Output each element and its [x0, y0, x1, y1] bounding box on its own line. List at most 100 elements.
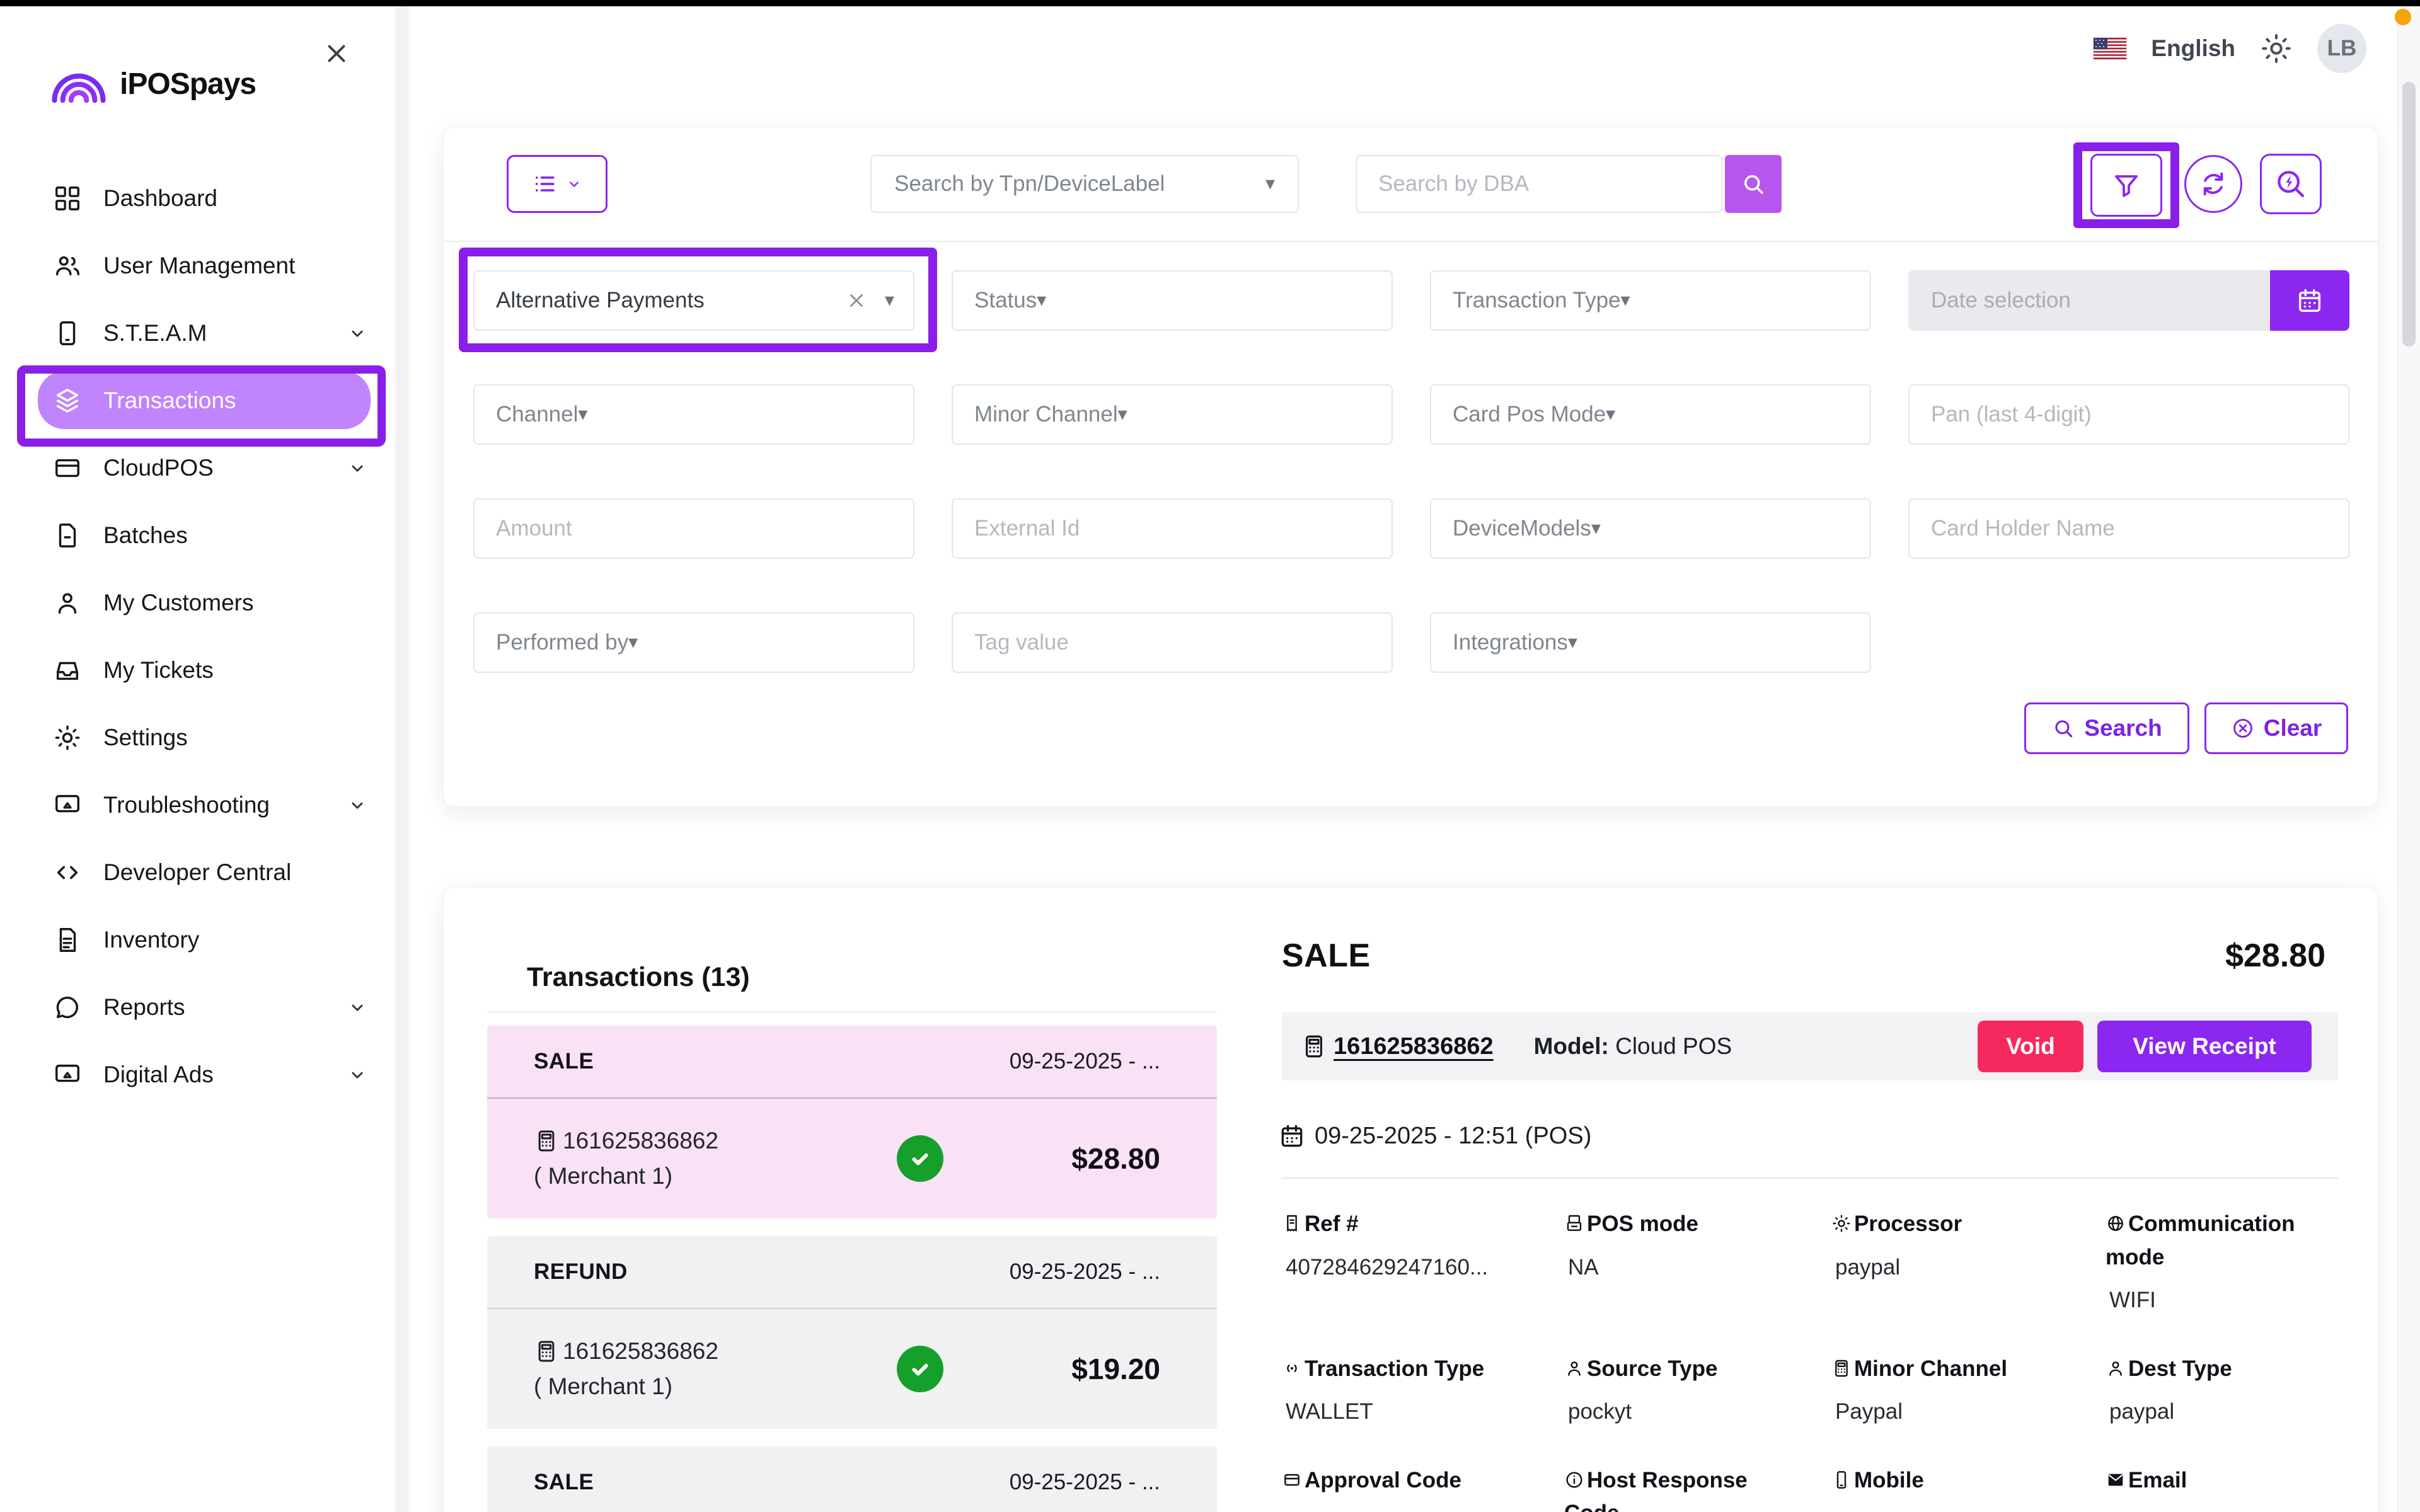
sidebar-item[interactable]: Developer Central — [0, 839, 410, 906]
quick-search-button[interactable] — [2260, 154, 2322, 214]
filter-fields-grid: Alternative Payments ▾ Status ▾ — [473, 270, 2349, 673]
sidebar-item-label: Batches — [103, 522, 188, 549]
close-icon — [322, 39, 351, 68]
sidebar-item-icon — [53, 791, 82, 820]
filter-field-control[interactable]: Amount ▾ — [473, 498, 914, 559]
clear-button-label: Clear — [2264, 715, 2322, 742]
filter-field-control[interactable]: Alternative Payments ▾ — [473, 270, 914, 331]
detail-field-icon — [2106, 1213, 2126, 1234]
sidebar-item[interactable]: Settings — [0, 704, 410, 771]
sidebar-item[interactable]: Batches — [0, 501, 410, 569]
settings-gear-icon[interactable] — [2259, 32, 2293, 66]
detail-field-label: Source Type — [1564, 1353, 1797, 1386]
sidebar-item[interactable]: S.T.E.A.M — [0, 299, 410, 367]
filter-field-text: Alternative Payments — [496, 288, 705, 313]
page-scrollbar[interactable] — [2397, 6, 2420, 1512]
filter-field: Card Holder Name ▾ — [1908, 498, 2349, 559]
tpn-select-placeholder: Search by Tpn/DeviceLabel — [894, 171, 1165, 197]
detail-field-label: Mobile — [1831, 1464, 2065, 1498]
filter-field: Channel ▾ — [473, 384, 914, 445]
filter-field-control[interactable]: Status ▾ — [952, 270, 1393, 331]
sidebar-item[interactable]: Reports — [0, 973, 410, 1041]
page-scrollbar-thumb[interactable] — [2402, 82, 2416, 346]
sidebar-item[interactable]: Inventory — [0, 906, 410, 973]
detail-field-icon — [1282, 1213, 1302, 1234]
filter-field-control[interactable]: Integrations ▾ — [1430, 612, 1871, 673]
filter-field: External Id ▾ — [952, 498, 1393, 559]
terminal-icon — [1301, 1033, 1327, 1060]
detail-field-value: +19898989898 — [1831, 1507, 2106, 1512]
avatar[interactable]: LB — [2317, 24, 2366, 73]
search-button[interactable]: Search — [2024, 702, 2189, 754]
filter-panel: Search by Tpn/DeviceLabel ▾ Alte — [443, 127, 2378, 807]
transaction-merchant: ( Merchant 1) — [534, 1373, 836, 1400]
transactions-panel: Transactions (13) SALE 09-25-2025 - ... … — [443, 887, 2378, 1512]
filter-field-control[interactable]: Tag value ▾ — [952, 612, 1393, 673]
sidebar-item[interactable]: My Tickets — [0, 636, 410, 704]
filter-field-control[interactable]: Date selection ▾ — [1908, 270, 2270, 331]
filter-field-control[interactable]: Card Holder Name ▾ — [1908, 498, 2349, 559]
chevron-down-icon: ▾ — [1606, 405, 1615, 424]
dba-search-button[interactable] — [1725, 155, 1782, 213]
view-receipt-button[interactable]: View Receipt — [2097, 1021, 2312, 1072]
refresh-button[interactable] — [2184, 155, 2242, 213]
transaction-row[interactable]: SALE 09-25-2025 - ... — [487, 1446, 1217, 1512]
detail-amount: $28.80 — [2225, 937, 2325, 975]
sidebar-close-button[interactable] — [319, 37, 354, 72]
filter-field-control[interactable]: DeviceModels ▾ — [1430, 498, 1871, 559]
sidebar-scrollbar[interactable] — [395, 6, 408, 1512]
sidebar-item-icon — [53, 521, 82, 550]
chevron-down-icon — [347, 457, 368, 479]
filter-field-control[interactable]: Performed by ▾ — [473, 612, 914, 673]
success-check-icon — [897, 1135, 943, 1182]
detail-field-icon — [2106, 1470, 2126, 1490]
transaction-row[interactable]: SALE 09-25-2025 - ... 161625836862 ( Mer… — [487, 1026, 1217, 1218]
sidebar-item[interactable]: CloudPOS — [0, 434, 410, 501]
brand-name: iPOSpays — [120, 67, 256, 101]
clear-selection-icon[interactable] — [846, 290, 867, 311]
filter-field-text: Tag value — [974, 630, 1069, 655]
search-dba-input[interactable] — [1356, 155, 1722, 213]
transaction-type: SALE — [534, 1049, 594, 1074]
detail-tpn-link[interactable]: 161625836862 — [1334, 1033, 1494, 1060]
filter-actions: Search Clear — [2024, 702, 2348, 754]
brand-logo[interactable]: iPOSpays — [48, 64, 256, 103]
sidebar-item[interactable]: Dashboard — [0, 164, 410, 232]
sidebar-item[interactable]: My Customers — [0, 569, 410, 636]
clear-button[interactable]: Clear — [2204, 702, 2348, 754]
calendar-button[interactable] — [2270, 270, 2349, 331]
list-top-divider — [487, 1011, 1217, 1012]
sidebar-item[interactable]: Transactions — [0, 367, 410, 434]
terminal-icon — [534, 1339, 559, 1364]
detail-divider — [1282, 1177, 2338, 1179]
filter-field-control[interactable]: Channel ▾ — [473, 384, 914, 445]
detail-field-icon — [1564, 1358, 1584, 1378]
sidebar-item-icon — [53, 925, 82, 954]
detail-field-value: 407284629247160... — [1282, 1251, 1564, 1285]
filter-field-control[interactable]: Transaction Type ▾ — [1430, 270, 1871, 331]
chevron-down-icon: ▾ — [578, 405, 587, 424]
transaction-row[interactable]: REFUND 09-25-2025 - ... 161625836862 ( M… — [487, 1236, 1217, 1429]
filter-button[interactable] — [2090, 154, 2162, 217]
detail-field-value: WALLET — [1282, 1395, 1564, 1429]
filter-field-control[interactable]: Card Pos Mode ▾ — [1430, 384, 1871, 445]
filter-field-control[interactable]: External Id ▾ — [952, 498, 1393, 559]
sidebar-item-label: User Management — [103, 253, 295, 279]
detail-info-bar: 161625836862 Model: Cloud POS Void View … — [1282, 1012, 2338, 1080]
sidebar-item[interactable]: User Management — [0, 232, 410, 299]
search-by-tpn-select[interactable]: Search by Tpn/DeviceLabel ▾ — [870, 155, 1299, 213]
sidebar-item[interactable]: Digital Ads — [0, 1041, 410, 1108]
detail-field-value: Paypal — [1831, 1395, 2106, 1429]
void-button[interactable]: Void — [1978, 1021, 2083, 1072]
sidebar-nav: Dashboard User Management S.T.E.A.M — [0, 164, 410, 1108]
list-view-toggle-button[interactable] — [507, 155, 608, 213]
filter-field-control[interactable]: Pan (last 4-digit) ▾ — [1908, 384, 2349, 445]
filter-field: Alternative Payments ▾ — [473, 270, 914, 331]
filter-field: Pan (last 4-digit) ▾ — [1908, 384, 2349, 445]
detail-datetime: 09-25-2025 - 12:51 (POS) — [1278, 1122, 1591, 1150]
filter-field-control[interactable]: Minor Channel ▾ — [952, 384, 1393, 445]
language-selector[interactable]: English — [2151, 35, 2235, 62]
transaction-amount: $19.20 — [1071, 1352, 1160, 1386]
rainbow-logo-icon — [48, 64, 110, 103]
sidebar-item[interactable]: Troubleshooting — [0, 771, 410, 839]
